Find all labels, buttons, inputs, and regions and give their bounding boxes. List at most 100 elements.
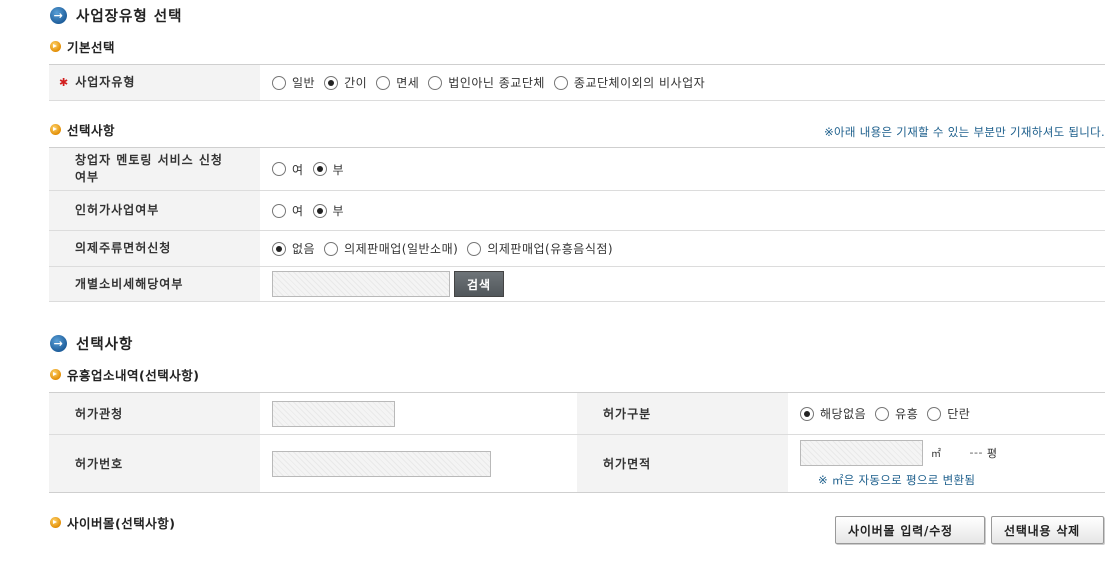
option-label: 부 <box>332 162 345 177</box>
label-line2: 여부 <box>75 170 100 184</box>
business-type-row: ✱ 사업자유형 일반 간이 면세 법인아닌 종교단체 종교단체이외의 비사업자 <box>49 65 1105 101</box>
radio-circle[interactable] <box>376 75 391 90</box>
section-header-business-type: 사업장유형 선택 <box>50 5 182 25</box>
permit-number-label: 허가번호 <box>49 435 260 492</box>
option-label: 부 <box>332 204 345 218</box>
bullet-arrow-icon <box>50 368 61 380</box>
radio-circle[interactable] <box>927 406 942 421</box>
option-label: 면세 <box>396 76 420 90</box>
radio-circle[interactable] <box>324 241 339 256</box>
radio-license-no[interactable]: 부 <box>312 202 345 219</box>
radio-circle-selected[interactable] <box>312 162 327 176</box>
sqm-unit: ㎡ <box>931 449 942 460</box>
radio-general[interactable]: 일반 <box>272 74 315 91</box>
radio-circle[interactable] <box>467 241 482 256</box>
permit-type-options: 해당없음 유흥 단란 <box>788 393 1105 434</box>
option-label: 일반 <box>292 76 316 90</box>
permit-office-cell <box>260 393 577 434</box>
pyeong-unit: 평 <box>986 446 998 460</box>
mentoring-row: 창업자 멘토링 서비스 신청 여부 여 부 <box>49 148 1105 191</box>
subsection-title: 사이버몰(선택사항) <box>67 515 176 531</box>
option-label: 없음 <box>292 242 316 256</box>
radio-tax-exempt[interactable]: 면세 <box>376 74 419 91</box>
bullet-arrow-icon <box>50 516 61 528</box>
liquor-license-options: 없음 의제판매업(일반소매) 의제판매업(유흥음식점) <box>260 231 1105 266</box>
bullet-arrow-icon <box>50 40 61 52</box>
mentoring-label: 창업자 멘토링 서비스 신청 여부 <box>49 148 260 190</box>
radio-circle[interactable] <box>272 75 286 90</box>
radio-circle[interactable] <box>875 406 890 421</box>
option-label: 법인아닌 종교단체 <box>448 76 545 90</box>
delete-selection-button[interactable]: 선택내용 삭제 <box>991 516 1104 544</box>
option-label: 단란 <box>947 407 971 421</box>
entertainment-row-1: 허가관청 허가구분 해당없음 유흥 단란 <box>49 393 1105 434</box>
radio-non-business[interactable]: 종교단체이외의 비사업자 <box>553 74 706 91</box>
permit-office-input[interactable] <box>272 400 395 427</box>
radio-liquor-retail[interactable]: 의제판매업(일반소매) <box>324 240 458 257</box>
option-label: 간이 <box>344 76 368 90</box>
permit-type-label: 허가구분 <box>577 393 788 434</box>
option-label: 의제판매업(일반소매) <box>344 242 459 256</box>
option-label: 의제판매업(유흥음식점) <box>487 242 614 256</box>
entertainment-table: 허가관청 허가구분 해당없음 유흥 단란 허가번호 허가면적 ㎡ --- 평 ※… <box>49 392 1105 493</box>
radio-circle-selected[interactable] <box>312 203 327 218</box>
license-business-options: 여 부 <box>260 191 1105 230</box>
excise-tax-controls: 검색 <box>260 267 1105 301</box>
option-label: 해당없음 <box>820 407 867 421</box>
arrow-circle-icon <box>50 334 67 352</box>
optional-note: ※아래 내용은 기재할 수 있는 부분만 기재하셔도 됩니다. <box>824 125 1105 139</box>
option-label: 여 <box>292 162 304 177</box>
radio-permit-none[interactable]: 해당없음 <box>800 405 866 422</box>
permit-area-line: ㎡ --- 평 <box>800 439 998 466</box>
subsection-header-cybermall: 사이버몰(선택사항) <box>50 513 175 531</box>
liquor-license-row: 의제주류면허신청 없음 의제판매업(일반소매) 의제판매업(유흥음식점) <box>49 231 1105 267</box>
basic-selection-table: ✱ 사업자유형 일반 간이 면세 법인아닌 종교단체 종교단체이외의 비사업자 <box>49 64 1105 101</box>
bullet-arrow-icon <box>50 123 61 135</box>
permit-number-input[interactable] <box>272 450 491 477</box>
cybermall-input-button[interactable]: 사이버몰 입력/수정 <box>835 516 985 544</box>
label-text: 사업자유형 <box>75 75 136 89</box>
option-label: 유흥 <box>895 407 919 421</box>
liquor-license-label: 의제주류면허신청 <box>49 231 260 266</box>
permit-number-cell <box>260 435 577 492</box>
radio-non-corporate-religious[interactable]: 법인아닌 종교단체 <box>428 74 545 91</box>
subsection-title: 유흥업소내역(선택사항) <box>67 367 200 383</box>
mentoring-options: 여 부 <box>260 148 1105 190</box>
subsection-header-entertainment: 유흥업소내역(선택사항) <box>50 365 199 383</box>
excise-tax-label: 개별소비세해당여부 <box>49 267 260 301</box>
option-label: 여 <box>292 204 304 218</box>
subsection-header-basic: 기본선택 <box>50 37 115 55</box>
radio-liquor-entertainment[interactable]: 의제판매업(유흥음식점) <box>467 240 613 257</box>
radio-permit-karaoke[interactable]: 단란 <box>927 405 970 422</box>
radio-circle[interactable] <box>272 162 286 176</box>
section-title: 사업장유형 선택 <box>76 8 183 25</box>
subsection-title: 선택사항 <box>67 122 116 138</box>
radio-circle-selected[interactable] <box>272 241 286 256</box>
permit-area-cell: ㎡ --- 평 ※ ㎡은 자동으로 평으로 변환됨 <box>788 435 1105 492</box>
permit-area-label: 허가면적 <box>577 435 788 492</box>
business-type-options: 일반 간이 면세 법인아닌 종교단체 종교단체이외의 비사업자 <box>260 65 1105 100</box>
permit-area-input[interactable] <box>800 439 923 466</box>
radio-circle-selected[interactable] <box>800 406 814 421</box>
radio-circle-selected[interactable] <box>324 75 339 90</box>
radio-liquor-none[interactable]: 없음 <box>272 240 315 257</box>
business-type-label: ✱ 사업자유형 <box>49 65 260 100</box>
arrow-circle-icon <box>50 6 67 24</box>
radio-circle[interactable] <box>428 75 443 90</box>
area-conversion-note: ※ ㎡은 자동으로 평으로 변환됨 <box>818 472 976 487</box>
subsection-title: 기본선택 <box>67 39 116 55</box>
license-business-row: 인허가사업여부 여 부 <box>49 191 1105 231</box>
radio-permit-entertainment[interactable]: 유흥 <box>875 405 918 422</box>
option-label: 종교단체이외의 비사업자 <box>573 76 706 90</box>
radio-mentoring-yes[interactable]: 여 <box>272 161 304 178</box>
radio-mentoring-no[interactable]: 부 <box>312 161 345 178</box>
radio-simplified[interactable]: 간이 <box>324 74 367 91</box>
radio-circle[interactable] <box>272 203 286 218</box>
excise-tax-input[interactable] <box>272 271 450 297</box>
radio-license-yes[interactable]: 여 <box>272 202 304 219</box>
search-button[interactable]: 검색 <box>454 271 505 297</box>
subsection-header-optional: 선택사항 <box>50 120 115 138</box>
excise-tax-row: 개별소비세해당여부 검색 <box>49 267 1105 302</box>
required-star-icon: ✱ <box>59 76 70 89</box>
radio-circle[interactable] <box>553 75 568 90</box>
